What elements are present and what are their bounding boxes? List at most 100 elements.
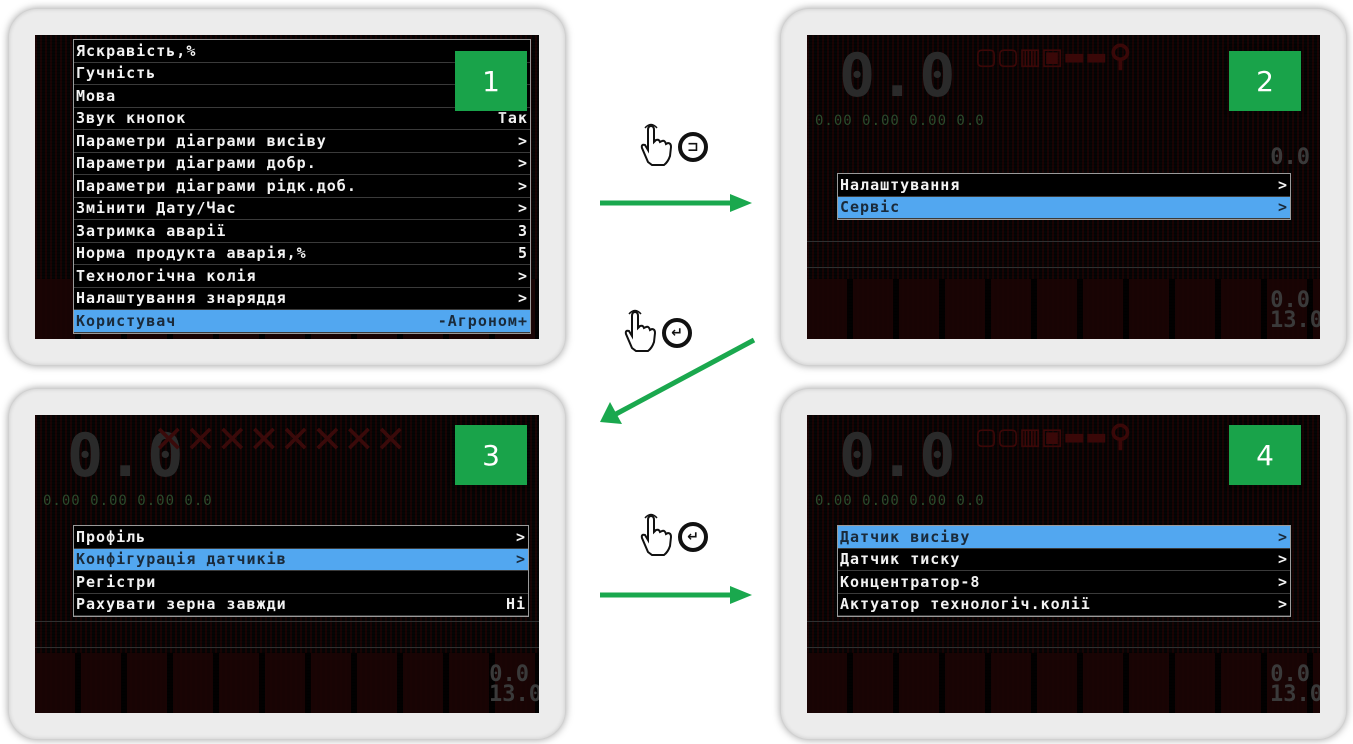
background-divider (807, 647, 1320, 648)
menu-item-label: Параметри діаграми висіву (76, 131, 327, 150)
menu-item-label: Мова (76, 86, 117, 105)
panel-2: 0.0 ▢▢▥▣▬▬⚲ 0.00 0.00 0.00 0.0 0.0 0.0 1… (780, 8, 1347, 366)
background-icons: ▢▢▥▣▬▬⚲ (977, 419, 1136, 454)
menu-item[interactable]: Параметри діаграми висіву > (74, 130, 530, 153)
step-badge-2: 2 (1229, 51, 1301, 111)
menu-item[interactable]: Норма продукта аварія,% 5 (74, 243, 530, 265)
menu-item[interactable]: Концентратор-8 > (838, 571, 1290, 594)
menu-item-value: > (1277, 572, 1288, 591)
menu-item-value: > (1277, 175, 1288, 194)
arrow-right-3 (600, 586, 752, 604)
menu-item-label: Профіль (76, 527, 147, 546)
menu-item-value: > (517, 289, 528, 308)
menu-item-label: Звук кнопок (76, 109, 187, 128)
menu-item[interactable]: Датчик тиску > (838, 549, 1290, 571)
menu-item-value: > (517, 131, 528, 150)
menu-item-label: Конфігурація датчиків (76, 550, 287, 569)
menu-item-label: Актуатор технологіч.колії (840, 595, 1091, 614)
background-icons: ▢▢▥▣▬▬⚲ (977, 39, 1136, 74)
enter-key-icon: ↵ (678, 522, 708, 552)
step-1-hint: ⊐ (634, 122, 708, 172)
menu-item-label: Норма продукта аварія,% (76, 244, 307, 263)
menu-item-label: Сервіс (840, 198, 901, 217)
menu-item-label: Датчик висіву (840, 527, 971, 546)
menu-item-label: Параметри діаграми рідк.доб. (76, 176, 357, 195)
menu-item-label: Технологічна колія (76, 266, 257, 285)
menu-item[interactable]: Змінити Дату/Час > (74, 198, 530, 220)
background-bars (807, 279, 1320, 339)
menu-item[interactable]: Налаштування знаряддя > (74, 288, 530, 310)
panel-4-menu: Датчик висіву > Датчик тиску > Концентратор-… (837, 525, 1291, 617)
panel-3-menu: Профіль > Конфігурація датчиків > Регістри Ра… (73, 525, 529, 617)
menu-item[interactable]: Параметри діаграми рідк.доб. > (74, 175, 530, 198)
menu-item-label: Регістри (76, 572, 157, 591)
background-divider (35, 621, 539, 622)
background-right-bottom: 0.0 13.0 (1270, 662, 1320, 707)
menu-item-label: Яскравість,% (76, 41, 197, 60)
menu-item-label: Налаштування знаряддя (76, 289, 287, 308)
menu-item[interactable]: Налаштування > (838, 174, 1290, 197)
menu-item-label: Гучність (76, 64, 157, 83)
background-right-bottom: 0.0 13.0 (1270, 288, 1320, 333)
menu-item[interactable]: Сервіс > (838, 196, 1290, 219)
menu-item[interactable]: Користувач -Агроном+ (74, 310, 530, 333)
menu-item-label: Користувач (76, 311, 177, 330)
menu-item-value: > (517, 266, 528, 285)
background-rates: 0.00 0.00 0.00 0.0 (815, 113, 985, 129)
menu-item-value: > (515, 527, 526, 546)
background-divider (35, 647, 539, 648)
background-rates: 0.00 0.00 0.00 0.0 (815, 493, 985, 509)
menu-item-value: Так (497, 109, 528, 128)
panel-3: 0.0 ✕✕✕✕✕✕✕✕ 0.00 0.00 0.00 0.0 0.0 13.0… (8, 388, 566, 740)
menu-item-value: 5 (517, 244, 528, 263)
menu-item-value: > (1277, 198, 1288, 217)
panel-4: 0.0 ▢▢▥▣▬▬⚲ 0.00 0.00 0.00 0.0 0.0 13.0 … (780, 388, 1347, 740)
background-right-bottom: 0.0 13.0 (489, 662, 539, 707)
menu-item-label: Параметри діаграми добр. (76, 154, 317, 173)
menu-item-label: Концентратор-8 (840, 572, 981, 591)
menu-item-value: Ні (505, 595, 526, 614)
menu-item[interactable]: Рахувати зерна завжди Ні (74, 594, 528, 616)
menu-item-value: > (517, 176, 528, 195)
menu-item[interactable]: Регістри (74, 571, 528, 594)
back-key-icon: ⊐ (678, 132, 708, 162)
panel-1: Яскравість,%ГучністьМоваУкраїЗвук кнопок… (8, 8, 566, 366)
menu-item-label: Налаштування (840, 175, 961, 194)
step-badge-1: 1 (455, 51, 527, 111)
menu-item-value: > (515, 550, 526, 569)
panel-2-menu: Налаштування > Сервіс > (837, 173, 1291, 220)
menu-item-value: > (1277, 527, 1288, 546)
menu-item[interactable]: Параметри діаграми добр. > (74, 153, 530, 175)
menu-item-value: -Агроном+ (437, 311, 528, 330)
menu-item-label: Рахувати зерна завжди (76, 595, 287, 614)
background-divider (807, 267, 1320, 268)
background-bars (807, 653, 1320, 713)
menu-item-value: > (1277, 550, 1288, 569)
menu-item[interactable]: Актуатор технологіч.колії > (838, 594, 1290, 616)
step-badge-3: 3 (455, 425, 527, 485)
background-divider (807, 241, 1320, 242)
background-bars (35, 653, 539, 713)
background-rates: 0.00 0.00 0.00 0.0 (43, 493, 213, 509)
menu-item[interactable]: Профіль > (74, 526, 528, 549)
background-divider (807, 621, 1320, 622)
arrow-right-1 (600, 194, 752, 212)
menu-item[interactable]: Технологічна колія > (74, 265, 530, 288)
menu-item[interactable]: Конфігурація датчиків > (74, 548, 528, 571)
menu-item-value: > (517, 199, 528, 218)
background-right-top: 0.0 (1270, 145, 1310, 170)
menu-item-label: Затримка аварії (76, 221, 227, 240)
background-alarm-icons: ✕✕✕✕✕✕✕✕ (155, 415, 409, 463)
menu-item[interactable]: Затримка аварії 3 (74, 220, 530, 243)
menu-item-value: > (517, 154, 528, 173)
tap-hand-icon (634, 512, 674, 562)
menu-item-value: 3 (517, 221, 528, 240)
step-badge-4: 4 (1229, 425, 1301, 485)
menu-item[interactable]: Датчик висіву > (838, 526, 1290, 549)
arrow-diagonal-2 (600, 337, 756, 424)
menu-item-value: > (1277, 595, 1288, 614)
background-big-value: 0.0 (839, 41, 960, 111)
menu-item-label: Змінити Дату/Час (76, 199, 237, 218)
background-big-value: 0.0 (839, 421, 960, 491)
tap-hand-icon (634, 122, 674, 172)
